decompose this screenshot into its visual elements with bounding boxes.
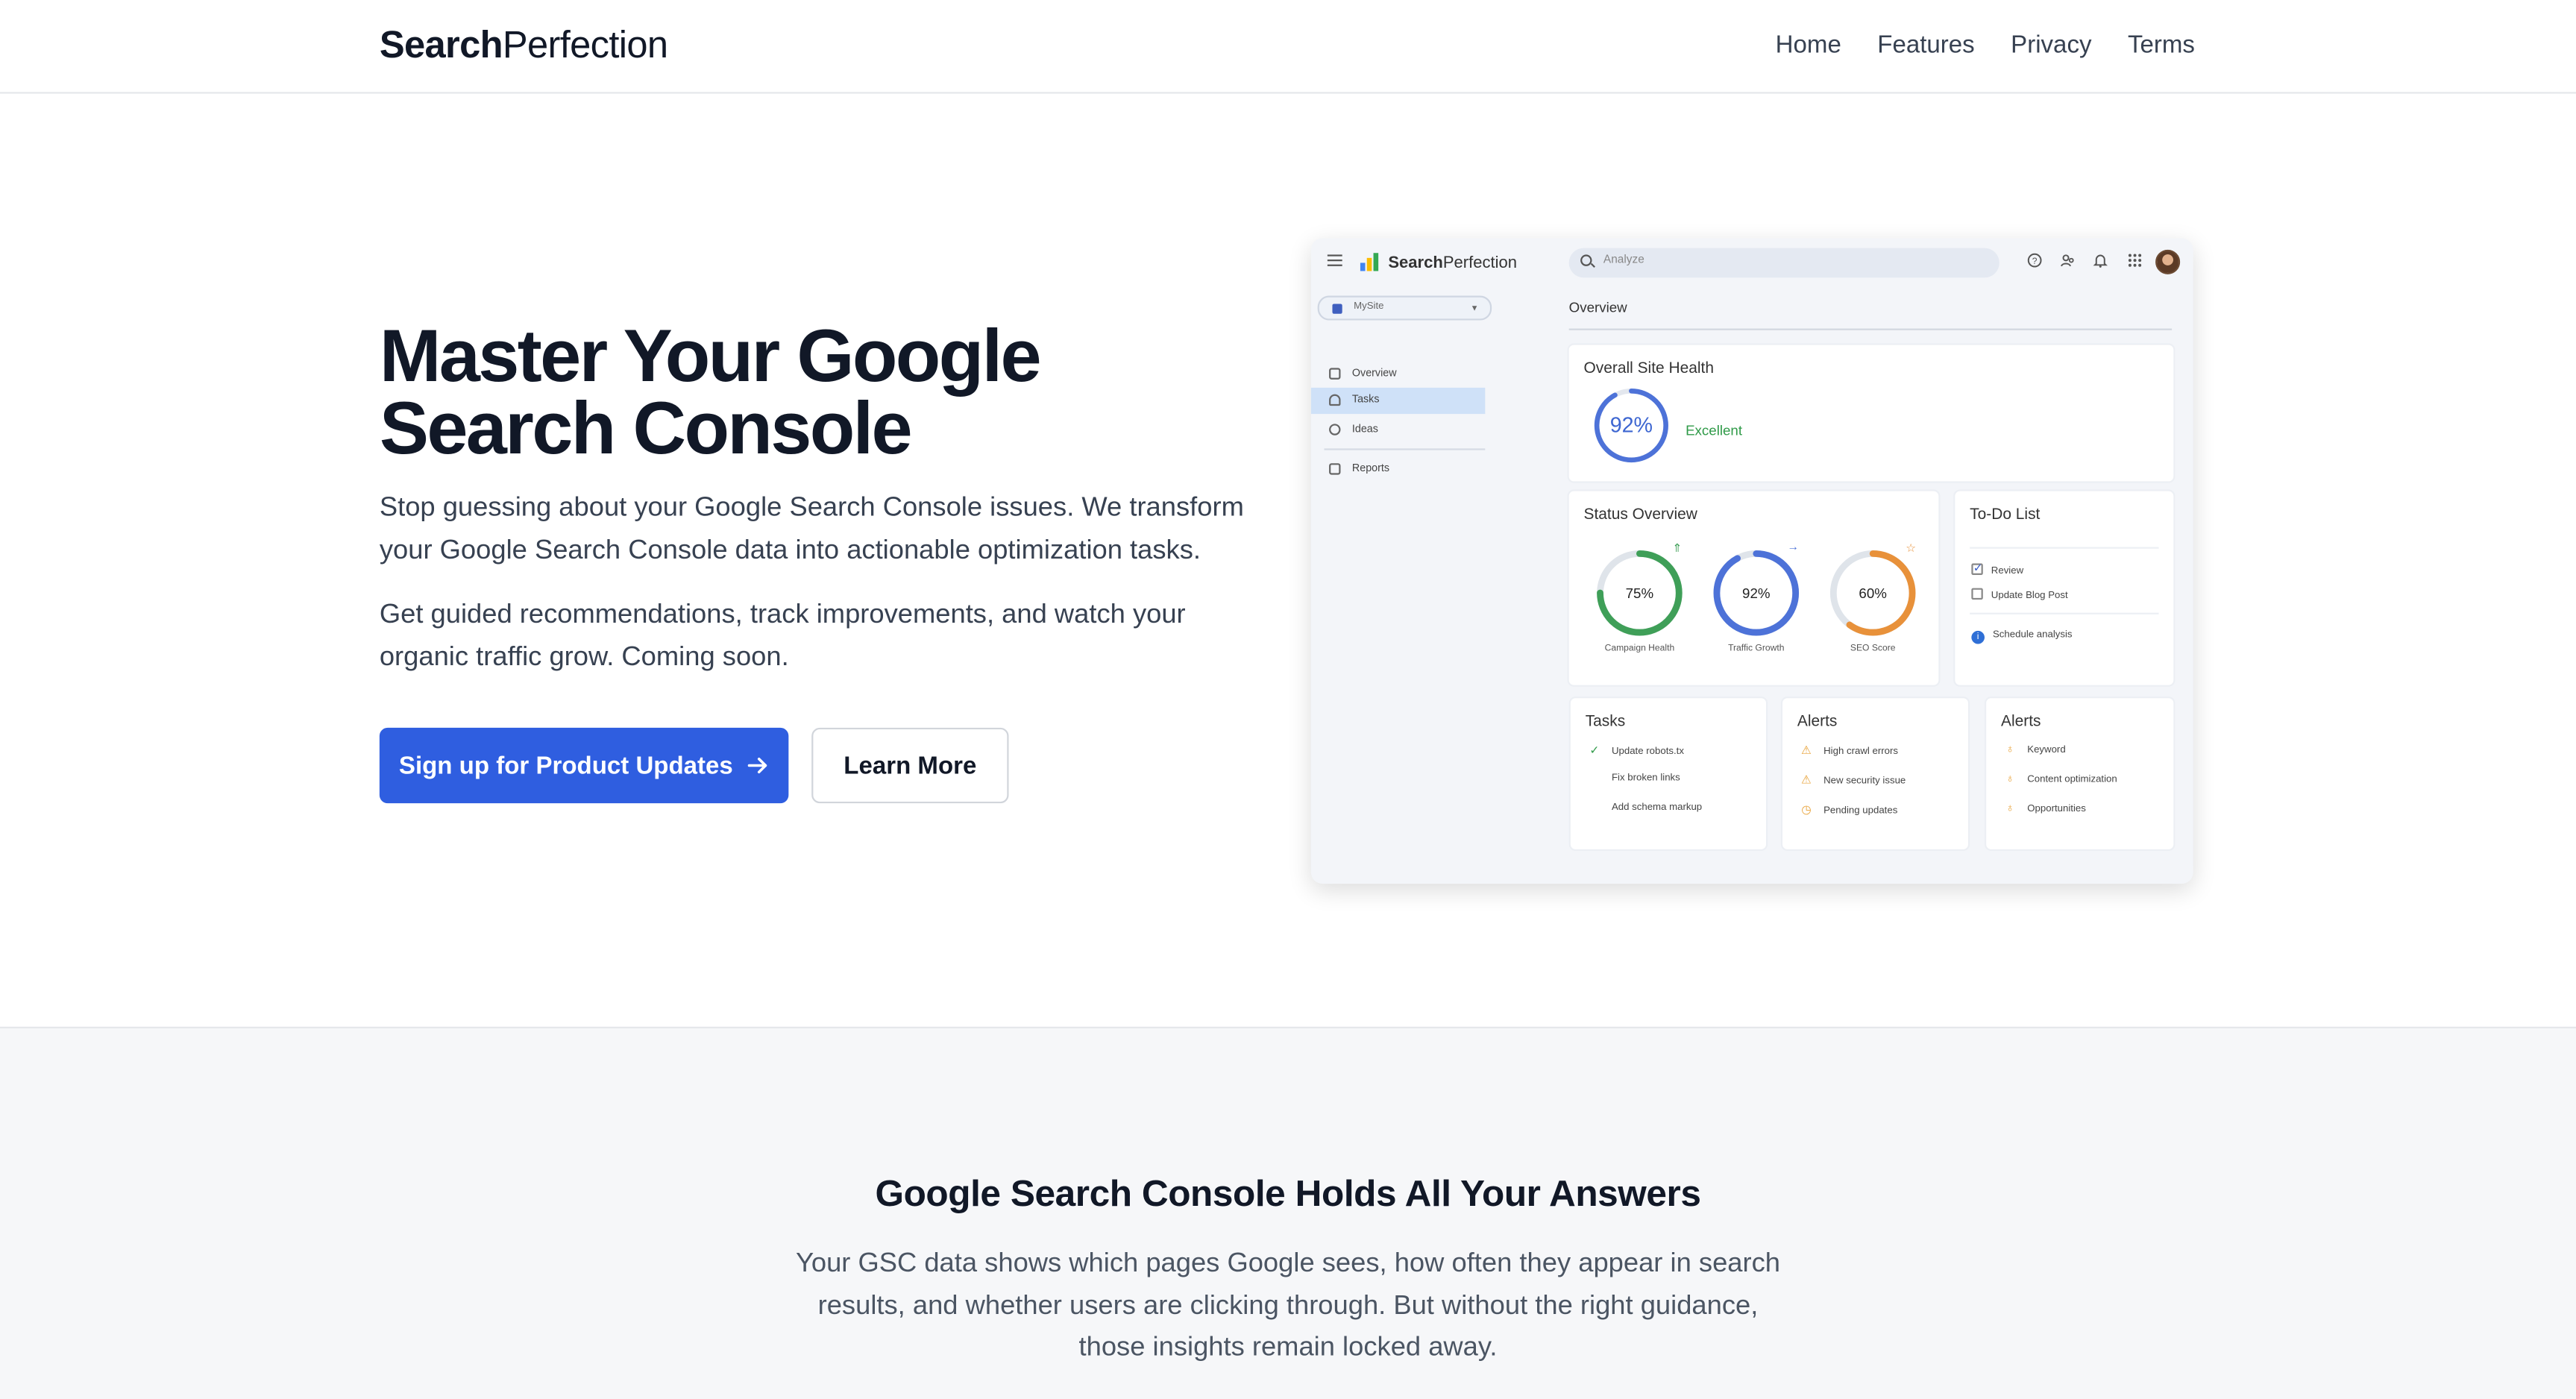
lightbulb-icon: ♁ <box>2005 743 2014 756</box>
campaign-health-label: Campaign Health <box>1604 644 1675 654</box>
people-icon <box>2060 253 2075 268</box>
search-icon <box>1580 254 1592 266</box>
alert-item: ⚠ High crawl errors <box>1799 744 1898 758</box>
learn-more-button[interactable]: Learn More <box>811 727 1009 804</box>
sidebar-item-ideas: Ideas <box>1311 418 1485 444</box>
help-icon: ? <box>2027 253 2042 268</box>
mockup-sidebar: MySite ▼ Overview Tasks Ideas Reports <box>1310 291 1557 884</box>
nav-link-terms[interactable]: Terms <box>2128 31 2195 59</box>
tasks-card: Tasks ✓ Update robots.tx Fix broken links… <box>1570 698 1767 849</box>
alerts-card-2: Alerts ♁ Keyword ♁ Content optimization ♁ O… <box>1986 698 2174 849</box>
tasks-title: Tasks <box>1585 713 1626 732</box>
hero-paragraph-1: Stop guessing about your Google Search C… <box>379 492 1244 565</box>
site-icon <box>1332 304 1342 314</box>
todo-item-update-blog: Update Blog Post <box>1971 588 2068 601</box>
sidebar-divider <box>1324 448 1486 450</box>
overview-icon <box>1329 368 1341 380</box>
arrow-right-icon <box>748 757 767 774</box>
mockup-search-bar: Analyze <box>1568 248 1999 278</box>
analytics-logo-icon <box>1360 253 1379 271</box>
lightbulb-icon: ♁ <box>2005 773 2014 785</box>
sidebar-item-overview: Overview <box>1311 362 1485 388</box>
status-overview-title: Status Overview <box>1583 506 1697 524</box>
alerts-title: Alerts <box>1797 713 1838 732</box>
todo-divider <box>1970 547 2159 549</box>
todo-card: To-Do List Review Update Blog Post iSche… <box>1955 491 2174 685</box>
warning-icon: ⚠ <box>1801 746 1812 758</box>
nav-link-privacy[interactable]: Privacy <box>2011 31 2091 59</box>
sidebar-item-reports: Reports <box>1311 456 1485 482</box>
nav-links: Home Features Privacy Terms <box>1776 31 2195 59</box>
brand-light: Perfection <box>502 22 668 66</box>
campaign-health-value: 75% <box>1625 585 1654 602</box>
hero-paragraph-2: Get guided recommendations, track improv… <box>379 600 1186 671</box>
alerts-title-2: Alerts <box>2001 713 2041 732</box>
top-nav: SearchPerfection Home Features Privacy T… <box>0 0 2576 94</box>
warning-icon: ⚠ <box>1801 775 1812 787</box>
nav-link-features[interactable]: Features <box>1877 31 1974 59</box>
idea-item: ♁ Opportunities <box>2002 803 2086 814</box>
todo-title: To-Do List <box>1970 506 2041 524</box>
task-item: Add schema markup <box>1611 803 1703 814</box>
checkbox-icon <box>1971 588 1983 600</box>
traffic-growth-value: 92% <box>1742 585 1771 602</box>
site-health-status: Excellent <box>1686 422 1743 439</box>
lightbulb-icon: ♁ <box>2005 803 2014 815</box>
status-overview-card: Status Overview 75% Campaign Health ⇑ 92… <box>1568 491 1939 685</box>
answers-title: Google Search Console Holds All Your Ans… <box>875 1172 1701 1214</box>
arrow-right-icon: → <box>1787 541 1800 554</box>
star-icon: ☆ <box>1906 544 1917 556</box>
svg-text:?: ? <box>2032 256 2038 266</box>
sidebar-item-tasks: Tasks <box>1310 387 1486 415</box>
brand-bold: Search <box>379 22 503 66</box>
site-selector-label: MySite <box>1354 302 1384 312</box>
tasks-icon <box>1329 394 1341 406</box>
hero-title: Master Your Google Search Console <box>379 313 1042 471</box>
signup-button[interactable]: Sign up for Product Updates <box>379 727 789 804</box>
nav-link-home[interactable]: Home <box>1776 31 1841 59</box>
mockup-topbar: SearchPerfection Analyze ? <box>1311 238 2193 290</box>
answers-body: Your GSC data shows which pages Google s… <box>795 1248 1781 1362</box>
site-health-value: 92% <box>1609 412 1653 437</box>
mockup-search-placeholder: Analyze <box>1603 254 1644 266</box>
ideas-icon <box>1329 424 1341 436</box>
signup-button-label: Sign up for Product Updates <box>398 751 733 780</box>
todo-action: i Schedule analysis <box>1971 630 2073 644</box>
brand-logo[interactable]: SearchPerfection <box>380 23 668 67</box>
check-icon: ✓ <box>1589 746 1600 758</box>
site-selector: MySite ▼ <box>1317 295 1492 321</box>
checkbox-checked-icon <box>1971 562 1983 575</box>
dashboard-mockup: SearchPerfection Analyze ? MySite ▼ Over… <box>1310 238 2193 884</box>
seo-score-label: SEO Score <box>1850 644 1896 654</box>
apps-grid-icon <box>2128 253 2143 268</box>
info-icon: i <box>1971 630 1985 644</box>
clock-icon: ◷ <box>1801 805 1812 817</box>
traffic-growth-label: Traffic Growth <box>1728 644 1785 654</box>
site-health-card: Overall Site Health 92% Excellent <box>1568 345 2174 482</box>
alerts-card: Alerts ⚠ High crawl errors ⚠ New security … <box>1782 698 1968 849</box>
user-avatar <box>2155 249 2181 274</box>
mockup-page-heading: Overview <box>1568 298 1627 315</box>
trend-up-icon: ⇑ <box>1672 544 1683 556</box>
alert-item: ◷ Pending updates <box>1799 803 1897 817</box>
answers-section: Google Search Console Holds All Your Ans… <box>0 1026 2576 1399</box>
menu-icon <box>1327 254 1342 266</box>
task-item: ✓ Update robots.tx <box>1587 744 1684 758</box>
site-health-title: Overall Site Health <box>1583 359 1714 378</box>
reports-icon <box>1329 463 1341 475</box>
heading-divider <box>1568 328 2173 330</box>
todo-item-review: Review <box>1971 562 2023 576</box>
idea-item: ♁ Content optimization <box>2002 774 2117 785</box>
bell-icon <box>2093 253 2108 268</box>
seo-score-value: 60% <box>1859 585 1887 602</box>
caret-down-icon: ▼ <box>1470 304 1479 314</box>
alert-item: ⚠ New security issue <box>1799 774 1906 787</box>
mockup-brand: SearchPerfection <box>1388 254 1518 273</box>
todo-divider-2 <box>1970 612 2159 614</box>
idea-item: ♁ Keyword <box>2002 744 2065 755</box>
task-item: Fix broken links <box>1611 773 1680 784</box>
landing-page: SearchPerfection Home Features Privacy T… <box>0 0 2576 1399</box>
